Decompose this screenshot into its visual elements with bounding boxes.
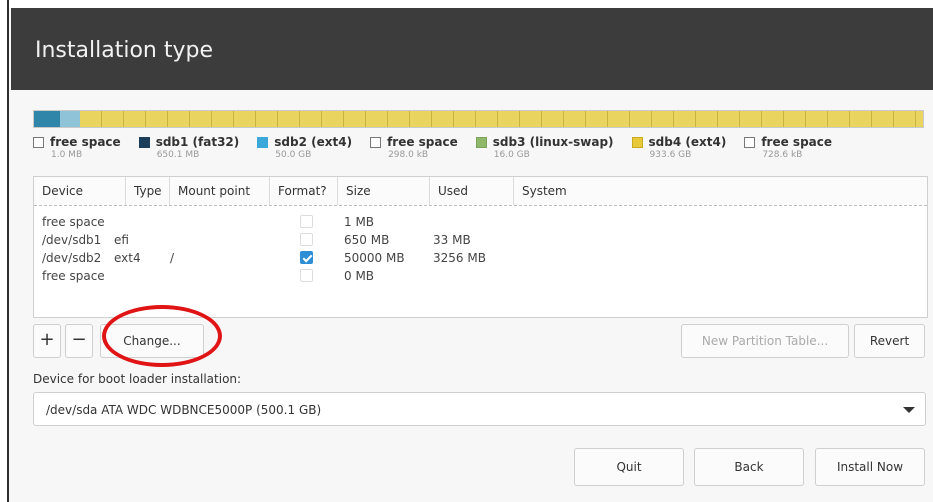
- cell-used: 33 MB: [433, 233, 471, 247]
- column-header-type[interactable]: Type: [126, 177, 170, 205]
- cell-size: 1 MB: [344, 215, 375, 229]
- legend-size: 298.0 kB: [388, 150, 429, 160]
- legend-size: 933.6 GB: [649, 150, 692, 160]
- top-edge: [9, 0, 933, 8]
- legend-size: 650.1 MB: [156, 150, 200, 160]
- cell-device: free space: [42, 215, 105, 229]
- partition-table[interactable]: Device Type Mount point Format? Size Use…: [33, 176, 928, 318]
- legend-swatch: [475, 136, 487, 148]
- table-header: Device Type Mount point Format? Size Use…: [34, 177, 927, 206]
- cell-type: ext4: [114, 251, 141, 265]
- legend-name: sdb4 (ext4): [648, 135, 727, 149]
- back-button[interactable]: Back: [694, 448, 804, 486]
- partition-bar-sdb4: [80, 111, 923, 127]
- legend-name: sdb3 (linux-swap): [492, 135, 614, 149]
- legend-name: sdb2 (ext4): [274, 135, 353, 149]
- column-header-size[interactable]: Size: [338, 177, 430, 205]
- partition-bar-sdb2: [60, 111, 80, 127]
- legend-size: 728.6 kB: [762, 150, 803, 160]
- format-checkbox[interactable]: [300, 233, 313, 246]
- window-frame-left: [0, 0, 9, 502]
- window-header: Installation type: [11, 8, 933, 90]
- format-checkbox[interactable]: [300, 251, 313, 264]
- table-row[interactable]: /dev/sdb1 efi 650 MB 33 MB: [34, 231, 927, 249]
- cell-device: /dev/sdb1: [42, 233, 102, 247]
- legend-swatch: [370, 136, 382, 148]
- column-header-device[interactable]: Device: [34, 177, 126, 205]
- legend-item: sdb1 (fat32) 650.1 MB: [138, 135, 240, 165]
- partition-legend: free space 1.0 MB sdb1 (fat32) 650.1 MB …: [33, 135, 850, 165]
- legend-item: free space 1.0 MB: [33, 135, 121, 165]
- installer-window: Installation type free space 1.0 MB sdb1…: [9, 0, 933, 502]
- legend-size: 1.0 MB: [51, 150, 83, 160]
- legend-item: free space 298.0 kB: [370, 135, 458, 165]
- format-checkbox[interactable]: [300, 269, 313, 282]
- cell-device: free space: [42, 269, 105, 283]
- legend-item: free space 728.6 kB: [744, 135, 832, 165]
- legend-size: 16.0 GB: [493, 150, 530, 160]
- bootloader-device-select[interactable]: /dev/sda ATA WDC WDBNCE5000P (500.1 GB): [33, 392, 926, 426]
- legend-swatch: [744, 136, 756, 148]
- legend-name: sdb1 (fat32): [155, 135, 240, 149]
- bootloader-label: Device for boot loader installation:: [33, 372, 242, 386]
- cell-device: /dev/sdb2: [42, 251, 102, 265]
- legend-swatch: [631, 136, 643, 148]
- legend-name: free space: [761, 135, 833, 149]
- partition-bar: [33, 110, 924, 128]
- legend-swatch: [257, 136, 269, 148]
- table-row[interactable]: free space 1 MB: [34, 213, 927, 231]
- legend-swatch: [138, 136, 150, 148]
- format-checkbox[interactable]: [300, 215, 313, 228]
- cell-used: 3256 MB: [433, 251, 486, 265]
- legend-item: sdb2 (ext4) 50.0 GB: [257, 135, 352, 165]
- column-header-used[interactable]: Used: [430, 177, 514, 205]
- table-row[interactable]: free space 0 MB: [34, 267, 927, 285]
- legend-name: free space: [50, 135, 121, 149]
- column-header-mount-point[interactable]: Mount point: [170, 177, 270, 205]
- page-title: Installation type: [35, 38, 213, 63]
- highlight-circle-annotation: [102, 305, 222, 367]
- legend-size: 50.0 GB: [275, 150, 312, 160]
- install-now-button[interactable]: Install Now: [815, 448, 925, 486]
- legend-name: free space: [387, 135, 458, 149]
- new-partition-table-button[interactable]: New Partition Table...: [681, 324, 849, 358]
- cell-size: 650 MB: [344, 233, 390, 247]
- table-row[interactable]: /dev/sdb2 ext4 / 50000 MB 3256 MB: [34, 249, 927, 267]
- cell-size: 0 MB: [344, 269, 375, 283]
- quit-button[interactable]: Quit: [574, 448, 684, 486]
- column-header-system[interactable]: System: [514, 177, 927, 205]
- legend-swatch: [33, 136, 44, 148]
- dropdown-arrow-icon: [903, 407, 915, 413]
- legend-item: sdb3 (linux-swap) 16.0 GB: [475, 135, 614, 165]
- table-body: free space 1 MB /dev/sdb1 efi 650 MB 33 …: [34, 213, 927, 285]
- legend-item: sdb4 (ext4) 933.6 GB: [631, 135, 727, 165]
- bootloader-selected-value: /dev/sda ATA WDC WDBNCE5000P (500.1 GB): [46, 403, 322, 417]
- cell-type: efi: [114, 233, 129, 247]
- remove-partition-button[interactable]: −: [65, 324, 93, 358]
- partition-bar-sdb1: [34, 111, 60, 127]
- cell-size: 50000 MB: [344, 251, 405, 265]
- cell-mount-point: /: [170, 251, 175, 265]
- column-header-format[interactable]: Format?: [270, 177, 338, 205]
- revert-button[interactable]: Revert: [854, 324, 925, 358]
- add-partition-button[interactable]: +: [33, 324, 61, 358]
